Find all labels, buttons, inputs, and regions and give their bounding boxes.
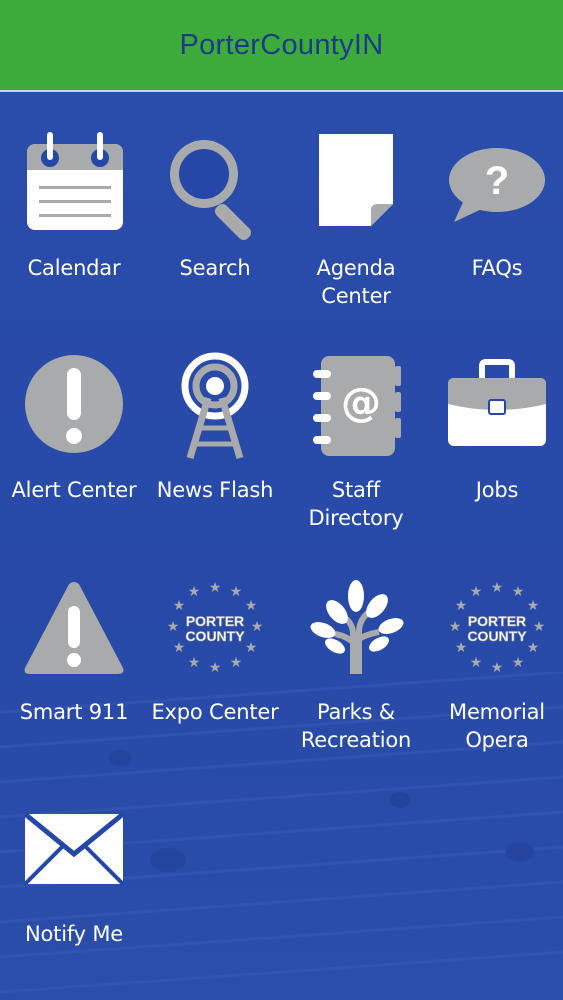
tile-label: Memorial (449, 700, 545, 724)
tile-memorial-opera[interactable]: ★ ★ ★ ★ ★ ★ ★ ★ ★ ★ ★ ★ PORTER COUNTY Memorial O… (427, 574, 563, 754)
tile-search[interactable]: Search (145, 130, 285, 282)
tile-label: Smart 911 (19, 700, 129, 724)
svg-text:★: ★ (455, 598, 468, 614)
tile-label: Notify Me (25, 922, 123, 946)
tile-label: FAQs (471, 256, 523, 280)
broadcast-tower-icon (181, 352, 249, 460)
search-icon (170, 140, 252, 240)
tile-label: Staff (331, 478, 381, 502)
svg-text:★: ★ (251, 619, 264, 635)
svg-text:★: ★ (491, 660, 504, 676)
svg-text:★: ★ (245, 598, 258, 614)
svg-text:★: ★ (173, 640, 186, 656)
tile-expo-center[interactable]: ★ ★ ★ ★ ★ ★ ★ ★ ★ ★ ★ ★ PORTER COUNTY Expo Cente… (145, 574, 285, 726)
tile-smart-911[interactable]: Smart 911 (4, 574, 144, 726)
tile-label: Search (179, 256, 251, 280)
envelope-icon (23, 812, 125, 886)
svg-text:★: ★ (512, 655, 525, 671)
calendar-icon (27, 132, 123, 230)
svg-text:★: ★ (449, 619, 462, 635)
seal-text: PORTER (468, 613, 526, 629)
tile-agenda-center[interactable]: Agenda Center (286, 130, 426, 310)
svg-text:★: ★ (455, 640, 468, 656)
svg-text:★: ★ (533, 619, 546, 635)
svg-text:★: ★ (209, 580, 222, 596)
tile-label: Parks & (317, 700, 395, 724)
app-title: PorterCountyIN (179, 28, 384, 61)
svg-text:★: ★ (512, 584, 525, 600)
tile-news-flash[interactable]: News Flash (145, 352, 285, 504)
tile-label: Jobs (475, 478, 519, 502)
tree-icon (310, 580, 404, 674)
svg-text:★: ★ (527, 640, 540, 656)
seal-text: PORTER (186, 613, 244, 629)
document-icon (319, 134, 393, 226)
svg-text:★: ★ (173, 598, 186, 614)
svg-text:★: ★ (245, 640, 258, 656)
tile-label: Agenda (316, 256, 396, 280)
tile-label: Alert Center (11, 478, 137, 502)
tile-label: Center (321, 284, 391, 308)
tile-label: Recreation (300, 728, 412, 752)
svg-text:★: ★ (527, 598, 540, 614)
warning-triangle-icon (24, 582, 124, 674)
svg-text:@: @ (341, 380, 381, 426)
app-header: PorterCountyIN (0, 0, 563, 92)
tile-label: Calendar (27, 256, 121, 280)
svg-text:★: ★ (470, 584, 483, 600)
alert-icon (25, 355, 123, 453)
svg-text:★: ★ (491, 580, 504, 596)
briefcase-icon (448, 359, 546, 446)
tile-label: Directory (308, 506, 404, 530)
tile-label: News Flash (156, 478, 274, 502)
question-bubble-icon: ? (449, 148, 545, 222)
tile-calendar[interactable]: Calendar (4, 130, 144, 282)
svg-text:★: ★ (209, 660, 222, 676)
svg-text:★: ★ (230, 584, 243, 600)
tile-staff-directory[interactable]: @ Staff Directory (286, 352, 426, 532)
svg-text:★: ★ (470, 655, 483, 671)
tile-alert-center[interactable]: Alert Center (4, 352, 144, 504)
tile-parks-recreation[interactable]: Parks & Recreation (286, 574, 426, 754)
porter-county-seal-icon: ★ ★★ ★★★ ★★★ ★★★ PORTER COUNTY (167, 580, 264, 676)
tile-notify-me[interactable]: Notify Me (4, 796, 144, 948)
svg-text:?: ? (485, 159, 509, 203)
svg-text:★: ★ (167, 619, 180, 635)
seal-text: COUNTY (185, 628, 245, 644)
icon-grid: Calendar Search Agenda Center ? FAQs Ale… (0, 92, 563, 1000)
tile-faqs[interactable]: ? FAQs (427, 130, 563, 282)
porter-county-seal-icon: ★ ★★ ★★★ ★★★ ★★★ PORTER COUNTY (449, 580, 546, 676)
svg-text:★: ★ (188, 655, 201, 671)
seal-text: COUNTY (467, 628, 527, 644)
svg-text:★: ★ (230, 655, 243, 671)
tile-label: Opera (465, 728, 529, 752)
svg-text:★: ★ (188, 584, 201, 600)
tile-jobs[interactable]: Jobs (427, 352, 563, 504)
tile-label: Expo Center (151, 700, 279, 724)
address-book-icon: @ (313, 356, 401, 456)
